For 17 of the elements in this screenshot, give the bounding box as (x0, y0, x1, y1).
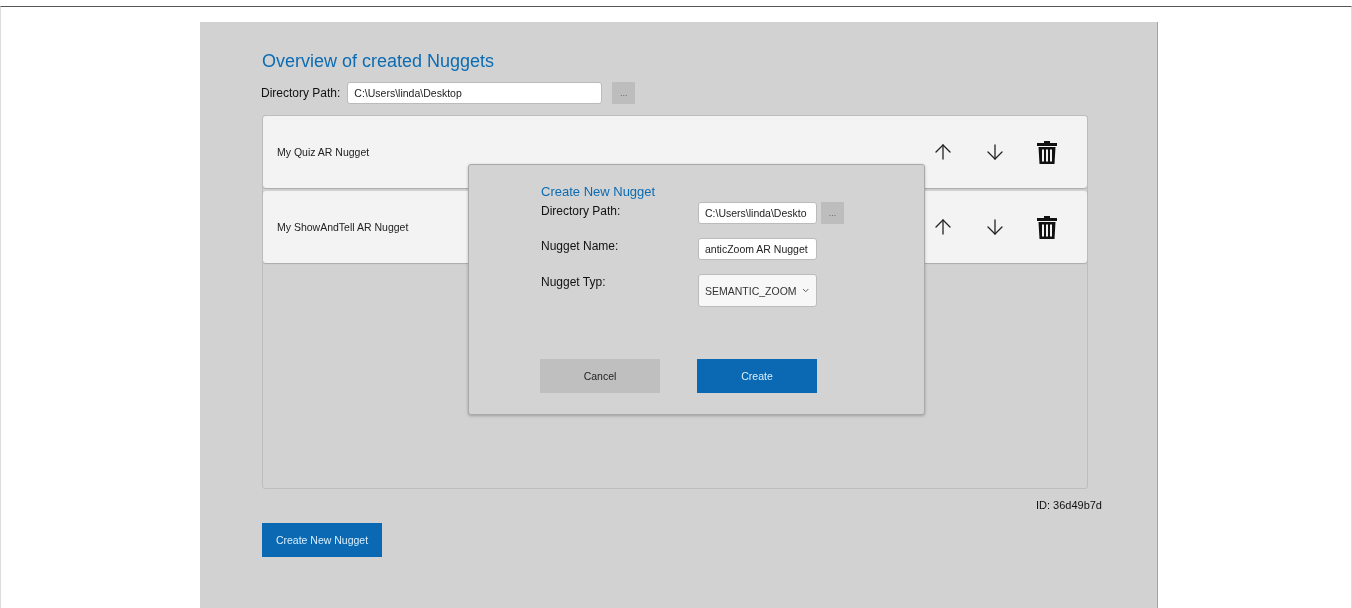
input-field[interactable]: anticZoom AR Nugget (698, 238, 817, 260)
type-dropdown[interactable]: SEMANTIC_ZOOM (698, 274, 817, 307)
field-label: Directory Path: (541, 203, 622, 219)
field-label: Directory Path: (261, 86, 341, 100)
create-nugget-button[interactable]: Create New Nugget (262, 523, 382, 557)
nugget-name: My Quiz AR Nugget (277, 146, 371, 158)
trash-icon (1036, 215, 1058, 239)
id-text: ID: 36d49b7d (1034, 499, 1102, 511)
directory-field[interactable]: C:\Users\linda\Desktop (347, 82, 603, 104)
trash-icon (1036, 140, 1058, 164)
create-button[interactable]: Create (697, 359, 817, 393)
input-field[interactable]: C:\Users\linda\Deskto (698, 202, 817, 224)
page-title: Overview of created Nuggets (262, 50, 496, 72)
field-label: Nugget Name: (541, 238, 620, 254)
cancel-button[interactable]: Cancel (540, 359, 660, 393)
field-label: Nugget Typ: (541, 274, 607, 290)
nugget-name: My ShowAndTell AR Nugget (277, 221, 410, 233)
